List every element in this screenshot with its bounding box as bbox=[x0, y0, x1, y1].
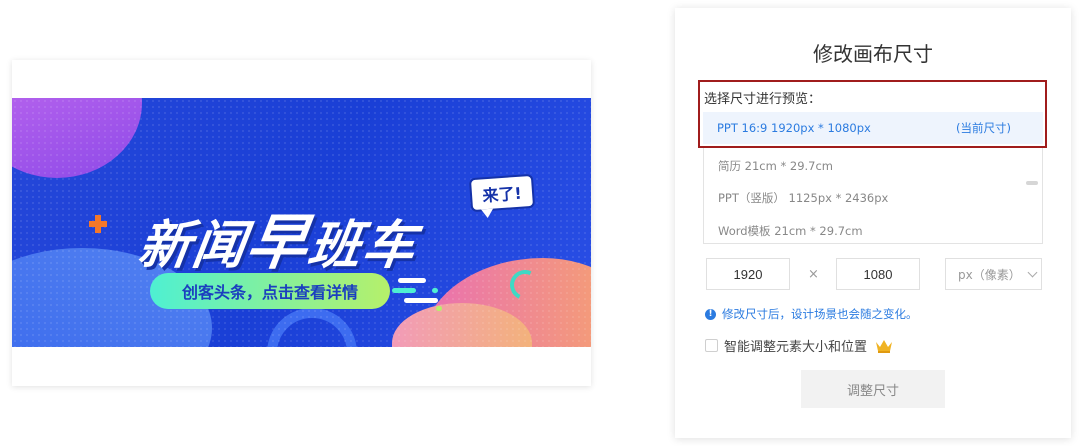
notice: ! 修改尺寸后，设计场景也会随之变化。 bbox=[705, 306, 918, 322]
speed-stripes-decoration bbox=[392, 276, 452, 311]
notice-text: 修改尺寸后，设计场景也会随之变化。 bbox=[722, 307, 918, 321]
size-option-current[interactable]: PPT 16:9 1920px * 1080px (当前尺寸) bbox=[703, 112, 1043, 144]
smart-adjust-label: 智能调整元素大小和位置 bbox=[724, 340, 868, 355]
size-option-word[interactable]: Word模板 21cm * 29.7cm bbox=[718, 223, 863, 239]
times-symbol: × bbox=[808, 267, 819, 282]
width-input[interactable] bbox=[706, 258, 790, 290]
unit-select-value: px（像素） bbox=[958, 267, 1021, 282]
current-size-tag: (当前尺寸) bbox=[956, 121, 1011, 135]
banner-image: 新闻早班车 来了! 创客头条，点击查看详情 bbox=[12, 98, 591, 347]
banner-headline: 新闻早班车 bbox=[134, 194, 424, 281]
headline-part-3: 班车 bbox=[304, 216, 422, 276]
resize-button[interactable]: 调整尺寸 bbox=[801, 370, 945, 408]
canvas-preview: 新闻早班车 来了! 创客头条，点击查看详情 bbox=[12, 60, 591, 386]
speech-bubble: 来了! bbox=[468, 173, 536, 213]
banner-subtitle-pill: 创客头条，点击查看详情 bbox=[150, 273, 390, 309]
size-option-list[interactable]: 简历 21cm * 29.7cm PPT（竖版） 1125px * 2436px… bbox=[703, 148, 1043, 244]
unit-select[interactable]: px（像素） bbox=[945, 258, 1042, 290]
section-label: 选择尺寸进行预览： bbox=[704, 92, 822, 107]
info-icon: ! bbox=[705, 308, 716, 320]
resize-canvas-panel: 修改画布尺寸 选择尺寸进行预览： PPT 16:9 1920px * 1080p… bbox=[675, 8, 1071, 438]
headline-part-1: 新闻 bbox=[134, 216, 252, 276]
size-option-ppt-vertical[interactable]: PPT（竖版） 1125px * 2436px bbox=[718, 190, 888, 206]
smart-adjust-row[interactable]: 智能调整元素大小和位置 bbox=[705, 336, 893, 355]
chevron-down-icon bbox=[1027, 267, 1038, 277]
crown-icon bbox=[876, 339, 893, 353]
size-option-label: PPT 16:9 1920px * 1080px bbox=[717, 121, 871, 135]
plus-decoration-icon bbox=[89, 215, 107, 233]
height-input[interactable] bbox=[836, 258, 920, 290]
smart-adjust-checkbox[interactable] bbox=[705, 339, 718, 352]
headline-part-2: 早 bbox=[242, 208, 315, 278]
panel-title: 修改画布尺寸 bbox=[813, 42, 933, 66]
scrollbar-thumb[interactable] bbox=[1026, 181, 1038, 185]
size-option-resume[interactable]: 简历 21cm * 29.7cm bbox=[718, 158, 833, 174]
